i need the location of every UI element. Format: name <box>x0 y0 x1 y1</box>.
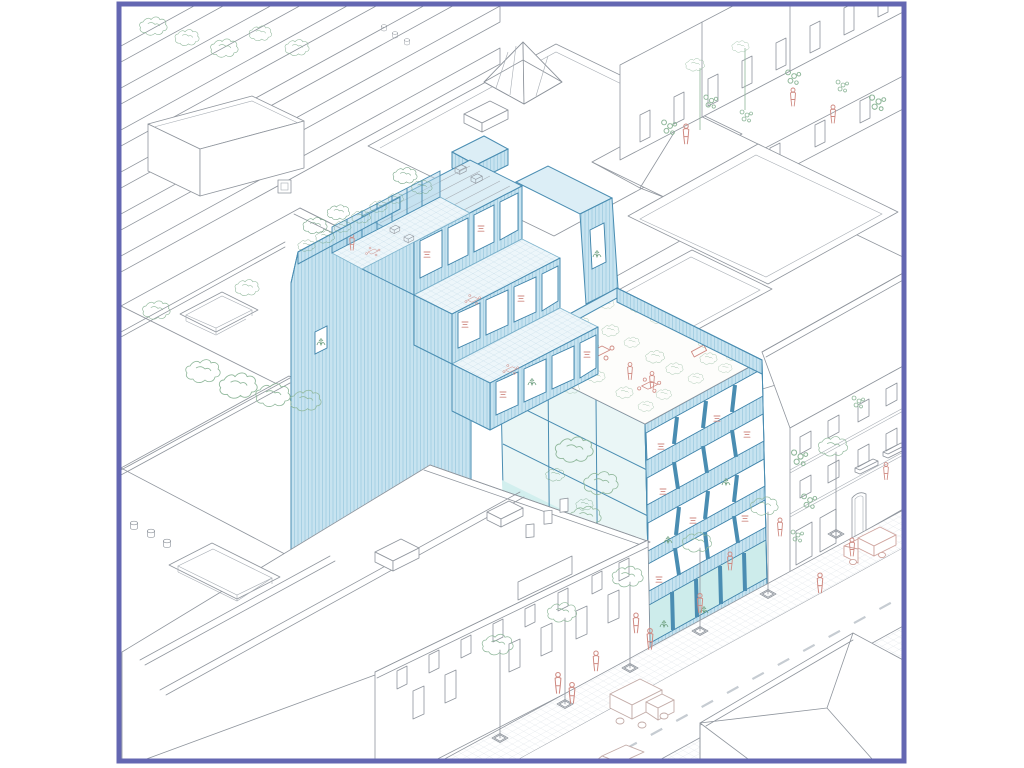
page: Axonometric line drawing of a city block… <box>0 0 1024 768</box>
axonometric-drawing <box>0 0 1024 768</box>
